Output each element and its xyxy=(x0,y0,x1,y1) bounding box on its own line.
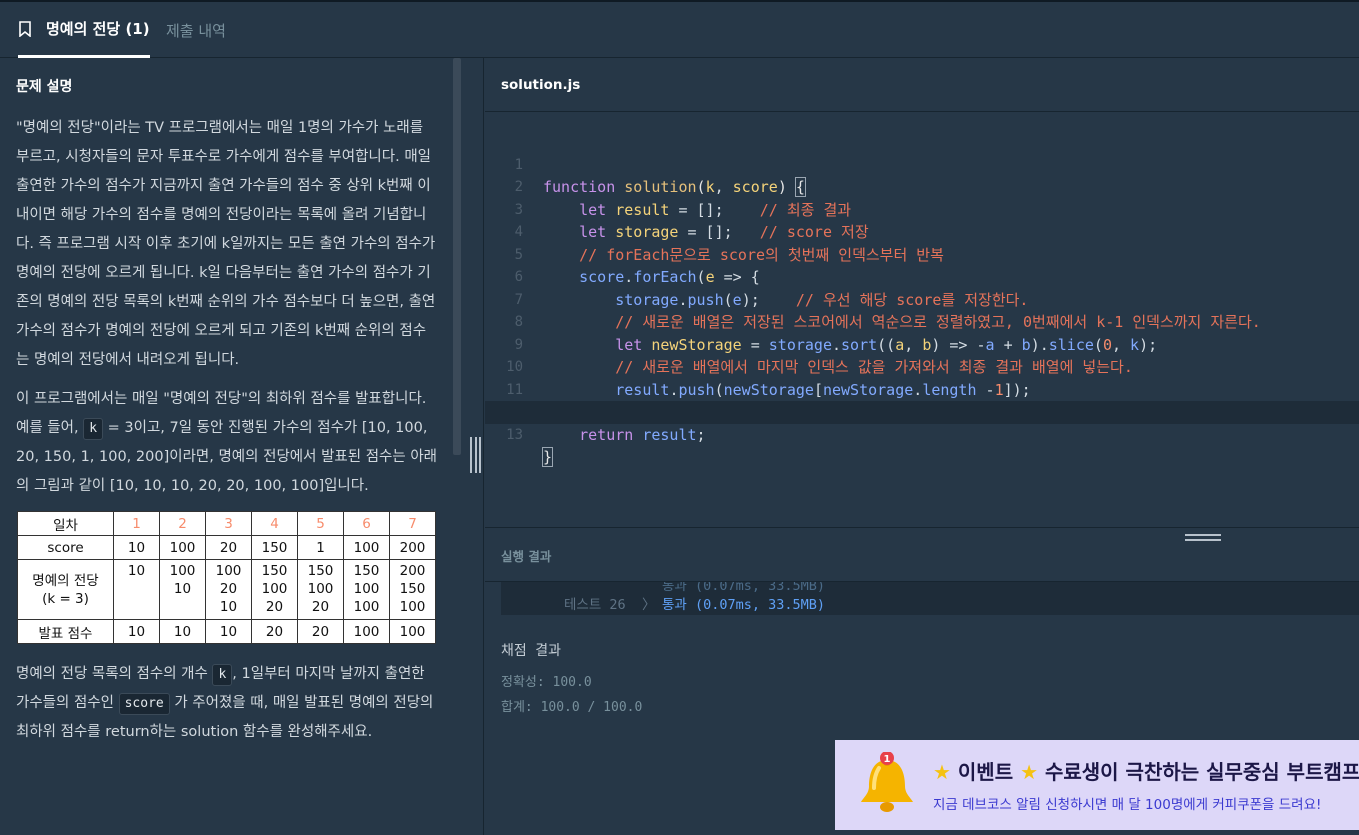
banner-title: ★ 이벤트 ★ 수료생이 극찬하는 실무중심 부트캠프 xyxy=(933,756,1359,785)
accuracy-score: 정확성: 100.0 xyxy=(501,675,592,690)
description-paragraph: "명예의 전당"이라는 TV 프로그램에서는 매일 1명의 가수가 노래를 부르… xyxy=(16,120,436,368)
resize-handle-horizontal[interactable] xyxy=(1185,534,1221,541)
star-icon: ★ xyxy=(1020,760,1039,784)
code-line: 12 return result; xyxy=(506,404,706,444)
text: = 3이고, 7일 동안 진행된 가수의 점수가 [10, 100, 20, 1… xyxy=(16,420,438,494)
grade-title: 채점 결과 xyxy=(501,643,561,659)
chevron-right-icon: 〉 xyxy=(642,597,656,613)
table-header: 명예의 전당 (k = 3) xyxy=(17,559,114,620)
code-line: 2 let result = []; // 최종 결과 xyxy=(514,179,852,219)
table-header: score xyxy=(17,535,114,560)
code-line: 7 // 새로운 배열은 저장된 스코어에서 역순으로 정렬하였고, 0번째에서… xyxy=(514,291,1261,332)
resize-handle-vertical[interactable] xyxy=(470,437,481,473)
table-cell: 4 xyxy=(251,511,298,536)
code-line-current: 13 } xyxy=(485,401,1359,467)
event-banner[interactable]: 1 ★ 이벤트 ★ 수료생이 극찬하는 실무중심 부트캠프 지금 데브코스 알림… xyxy=(835,740,1359,830)
results-label: 실행 결과 xyxy=(501,549,552,564)
banner-title-b: 수료생이 극찬하는 실무중심 부트캠프 xyxy=(1044,760,1359,784)
table-cell: 100 xyxy=(389,619,436,644)
table-cell: 150 100 20 xyxy=(251,559,298,620)
test-result-row: 통과 (0.07ms, 33.5MB) 테스트 26 〉 통과 (0.07ms,… xyxy=(501,582,1359,615)
code-line: 10 result.push(newStorage[newStorage.len… xyxy=(506,359,1031,399)
fame-k: (k = 3) xyxy=(42,590,89,607)
table-cell: 10 xyxy=(113,559,160,620)
inline-code: k xyxy=(212,664,233,686)
table-cell: 100 xyxy=(343,619,390,644)
table-cell: 2 xyxy=(159,511,206,536)
test-pass-status: 통과 (0.07ms, 33.5MB) xyxy=(662,597,826,613)
table-cell: 7 xyxy=(389,511,436,536)
editor-header: solution.js xyxy=(485,58,1359,112)
description-paragraph: 이 프로그램에서는 매일 "명예의 전당"의 최하위 점수를 발표합니다. 예를… xyxy=(16,385,437,501)
table-cell: 100 xyxy=(343,535,390,560)
code-line: 3 let storage = []; // score 저장 xyxy=(514,201,869,242)
table-cell: 200 150 100 xyxy=(389,559,436,620)
table-cell: 3 xyxy=(205,511,252,536)
code-line: 8 let newStorage = storage.sort((a, b) =… xyxy=(514,314,1158,354)
bookmark-icon xyxy=(19,20,31,37)
table-cell: 100 20 10 xyxy=(205,559,252,620)
table-cell: 100 10 xyxy=(159,559,206,620)
inline-code: k xyxy=(83,418,104,440)
test-label: 테스트 26 xyxy=(564,597,626,613)
banner-title-a: 이벤트 xyxy=(957,760,1014,784)
inline-code: score xyxy=(118,693,170,715)
table-cell: 10 xyxy=(113,619,160,644)
table-cell: 10 xyxy=(159,619,206,644)
notification-badge: 1 xyxy=(884,754,891,765)
star-icon: ★ xyxy=(933,760,951,784)
tab-hall-of-fame[interactable]: 명예의 전당 (1) xyxy=(18,2,150,58)
hall-of-fame-table: 일차 1 2 3 4 5 6 7 score 10 100 20 150 1 1… xyxy=(17,511,436,644)
table-cell: 10 xyxy=(113,535,160,560)
section-title: 문제 설명 xyxy=(16,79,73,95)
table-cell: 100 xyxy=(159,535,206,560)
table-cell: 6 xyxy=(343,511,390,536)
table-cell: 150 100 20 xyxy=(297,559,344,620)
code-line: 9 // 새로운 배열에서 마지막 인덱스 값을 가져와서 최종 결과 배열에 … xyxy=(514,336,1133,377)
code-editor[interactable]: 1 function solution(k, score) { 2 let re… xyxy=(485,112,1359,527)
table-header: 일차 xyxy=(17,511,114,536)
table-row: 일차 1 2 3 4 5 6 7 xyxy=(17,511,436,536)
problem-panel: 문제 설명 "명예의 전당"이라는 TV 프로그램에서는 매일 1명의 가수가 … xyxy=(0,58,453,835)
table-cell: 1 xyxy=(297,535,344,560)
file-name: solution.js xyxy=(501,77,581,93)
table-cell: 20 xyxy=(205,535,252,560)
tab-label: 제출 내역 xyxy=(166,21,226,40)
table-cell: 5 xyxy=(297,511,344,536)
table-row: 발표 점수 10 10 10 20 20 100 100 xyxy=(17,619,436,644)
table-cell: 20 xyxy=(251,619,298,644)
description-paragraph: 명예의 전당 목록의 점수의 개수 k, 1일부터 마지막 날까지 출연한 가수… xyxy=(16,660,437,747)
table-cell: 10 xyxy=(205,619,252,644)
table-cell: 20 xyxy=(297,619,344,644)
total-score: 합계: 100.0 / 100.0 xyxy=(501,700,643,715)
table-row: score 10 100 20 150 1 100 200 xyxy=(17,535,436,560)
table-cell: 150 100 100 xyxy=(343,559,390,620)
code-line: 6 storage.push(e); // 우선 해당 score를 저장한다. xyxy=(514,269,1029,309)
text: 명예의 전당 목록의 점수의 개수 xyxy=(16,666,208,682)
tab-submission-history[interactable]: 제출 내역 xyxy=(166,2,226,58)
code-line: 5 score.forEach(e => { xyxy=(514,246,760,287)
problem-scrollbar[interactable] xyxy=(453,58,461,455)
code-line: 4 // forEach문으로 score의 첫번째 인덱스부터 반복 xyxy=(514,224,944,264)
code-line: 11 }); xyxy=(506,381,606,422)
table-cell: 150 xyxy=(251,535,298,560)
table-cell: 200 xyxy=(389,535,436,560)
banner-subtitle: 지금 데브코스 알림 신청하시면 매 달 100명에게 커피쿠폰을 드려요! xyxy=(933,797,1322,813)
tab-label: 명예의 전당 (1) xyxy=(46,20,150,38)
table-header: 발표 점수 xyxy=(17,619,114,644)
table-cell: 1 xyxy=(113,511,160,536)
top-tab-bar: 명예의 전당 (1) 제출 내역 xyxy=(0,0,1359,58)
fame-label: 명예의 전당 xyxy=(32,572,99,589)
code-line: 1 function solution(k, score) { xyxy=(514,156,806,197)
results-header: 실행 결과 xyxy=(485,527,1359,582)
bell-icon: 1 xyxy=(861,752,913,812)
table-row: 명예의 전당 (k = 3) 10 100 10 100 20 10 150 100 20… xyxy=(17,559,436,620)
